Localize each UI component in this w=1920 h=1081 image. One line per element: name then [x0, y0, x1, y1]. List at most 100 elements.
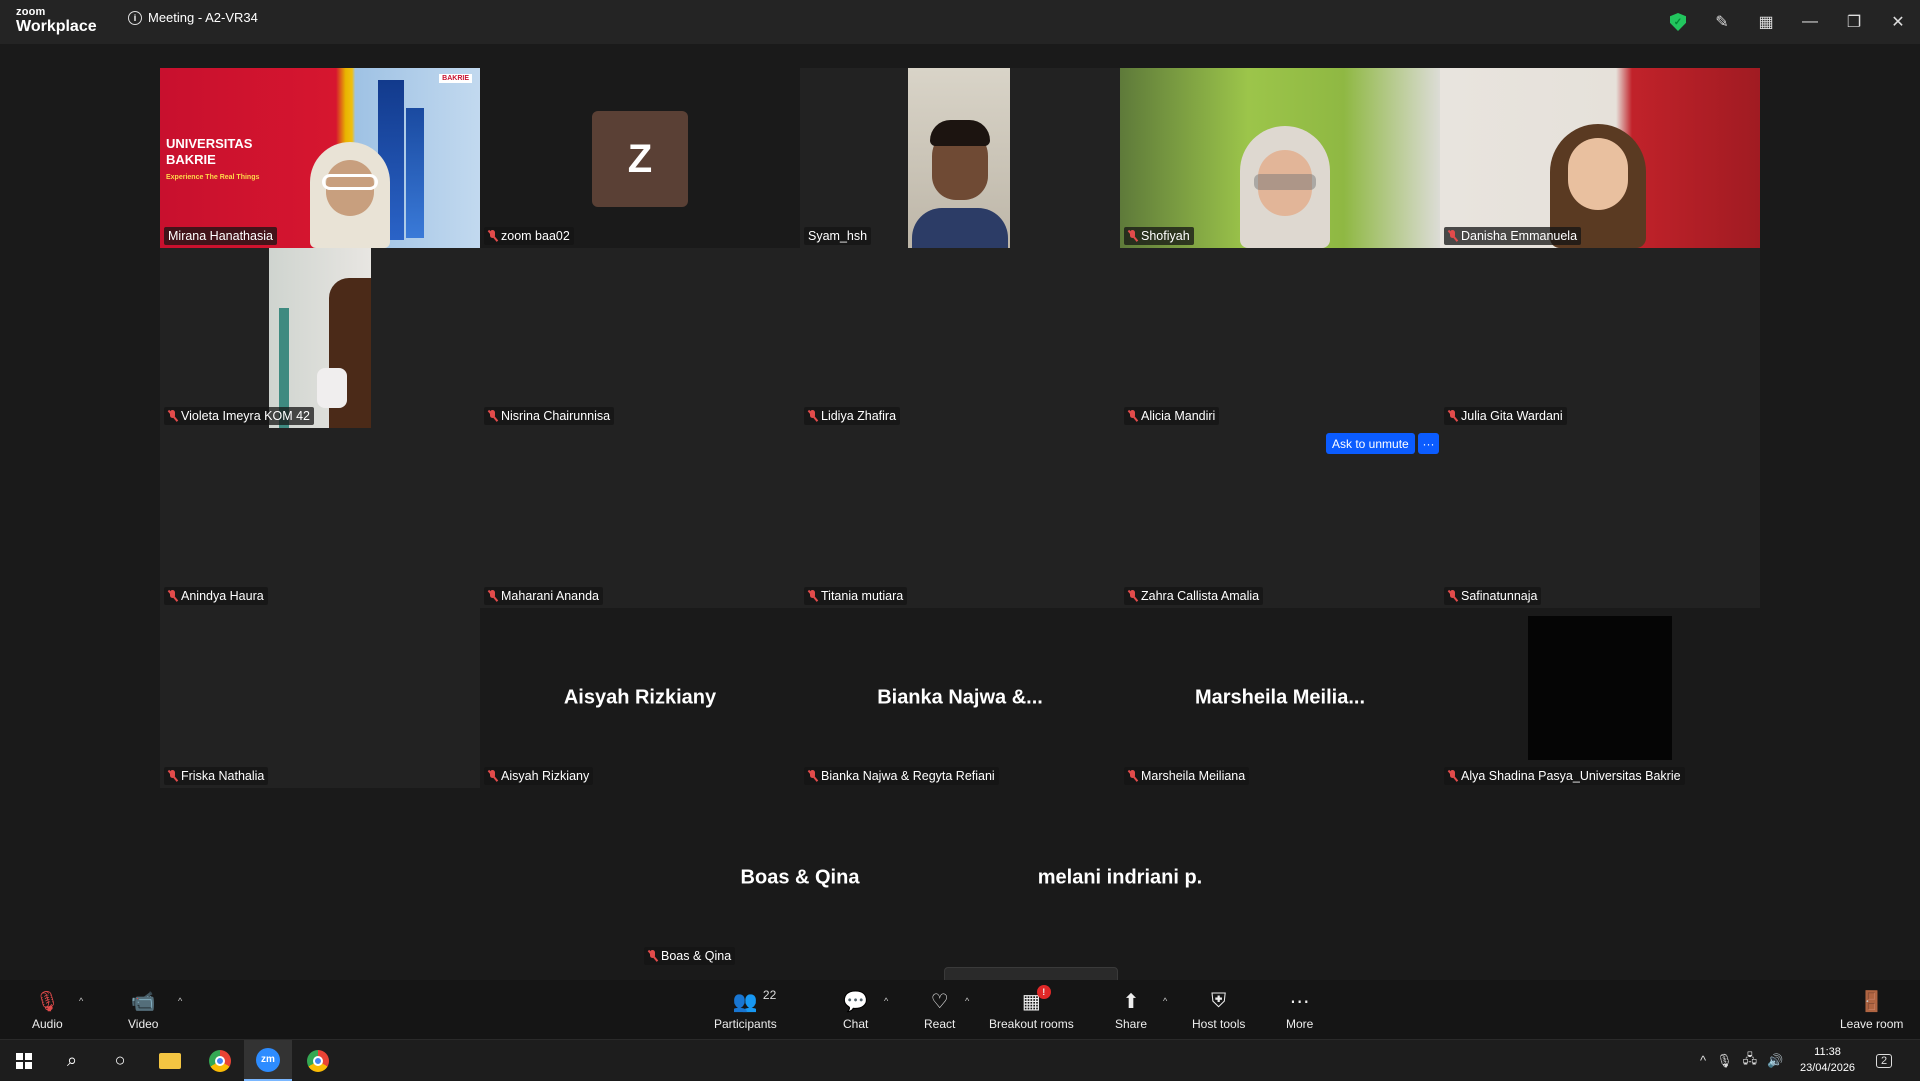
tile-more-options-button[interactable]: ···	[1418, 433, 1439, 454]
mic-muted-icon	[648, 950, 657, 962]
mic-muted-icon	[1448, 410, 1457, 422]
participant-tile[interactable]: Anindya Haura	[160, 428, 480, 608]
breakout-rooms-button[interactable]: ▦! Breakout rooms	[989, 985, 1074, 1031]
react-options-chevron-icon[interactable]: ^	[965, 996, 969, 1006]
audio-options-chevron-icon[interactable]: ^	[79, 996, 83, 1006]
annotate-pencil-icon[interactable]: ✎	[1700, 0, 1744, 44]
mic-muted-icon	[1448, 230, 1457, 242]
windows-start-icon[interactable]	[0, 1040, 48, 1081]
participant-name: Aisyah Rizkiany	[484, 767, 594, 785]
more-dots-icon: ⋯	[1289, 990, 1310, 1013]
ask-to-unmute-button[interactable]: Ask to unmute	[1326, 433, 1415, 454]
leave-room-button[interactable]: 🚪 Leave room	[1840, 988, 1903, 1032]
chat-button[interactable]: 💬 Chat	[843, 988, 868, 1032]
task-view-icon[interactable]: ○	[96, 1040, 144, 1081]
participant-tile[interactable]: Danisha Emmanuela	[1440, 68, 1760, 248]
participant-tile[interactable]: melani indriani p.	[960, 788, 1280, 968]
participant-name: Syam_hsh	[804, 227, 872, 245]
participant-name: Safinatunnaja	[1444, 587, 1542, 605]
mic-muted-icon	[488, 590, 497, 602]
audio-button[interactable]: 🎙 Audio	[32, 988, 63, 1032]
participant-tile[interactable]: Violeta Imeyra KOM 42	[160, 248, 480, 428]
minimize-icon[interactable]: —	[1788, 0, 1832, 44]
video-gallery: UNIVERSITAS BAKRIE Experience The Real T…	[0, 44, 1920, 1019]
volume-icon[interactable]: 🔊	[1767, 1053, 1783, 1069]
mic-muted-icon	[1128, 770, 1137, 782]
more-button[interactable]: ⋯ More	[1286, 988, 1313, 1032]
video-options-chevron-icon[interactable]: ^	[178, 996, 182, 1006]
face	[1568, 138, 1628, 210]
participant-tile[interactable]: Marsheila Meilia... Marsheila Meiliana	[1120, 608, 1440, 788]
participant-tile[interactable]: Shofiyah	[1120, 68, 1440, 248]
participant-tile[interactable]: UNIVERSITAS BAKRIE Experience The Real T…	[160, 68, 480, 248]
participant-name: Alya Shadina Pasya_Universitas Bakrie	[1444, 767, 1685, 785]
shirt	[317, 368, 347, 408]
file-explorer-icon[interactable]	[146, 1040, 194, 1081]
participant-tile[interactable]: Zahra Callista Amalia	[1120, 428, 1440, 608]
participant-name: Lidiya Zhafira	[804, 407, 901, 425]
participant-tile[interactable]: Friska Nathalia	[160, 608, 480, 788]
leave-door-icon: 🚪	[1859, 990, 1885, 1013]
video-off-icon: 📹	[130, 990, 156, 1013]
participant-name: Nisrina Chairunnisa	[484, 407, 615, 425]
participant-display-name: Bianka Najwa &...	[877, 686, 1043, 709]
participant-tile[interactable]: Aisyah Rizkiany Aisyah Rizkiany	[480, 608, 800, 788]
participant-tile[interactable]: Z zoom baa02	[480, 68, 800, 248]
mic-muted-icon	[1448, 590, 1457, 602]
restore-icon[interactable]: ❐	[1832, 0, 1876, 44]
participant-tile[interactable]: Lidiya Zhafira	[800, 248, 1120, 428]
participants-button[interactable]: 👥 22 Participants	[714, 988, 777, 1031]
gallery-view-grid-icon[interactable]: ▦	[1744, 0, 1788, 44]
chat-options-chevron-icon[interactable]: ^	[884, 996, 888, 1006]
participant-name: Violeta Imeyra KOM 42	[164, 407, 314, 425]
network-icon[interactable]: 🖧	[1743, 1050, 1758, 1072]
mic-muted-icon	[1128, 230, 1137, 242]
participant-display-name: Marsheila Meilia...	[1194, 686, 1366, 709]
breakout-alert-badge: !	[1036, 985, 1051, 999]
mic-muted-icon: 🎙	[34, 990, 61, 1013]
notifications-icon[interactable]: 2	[1876, 1040, 1893, 1081]
share-button[interactable]: ⬆ Share	[1115, 988, 1147, 1032]
participant-display-name: Boas & Qina	[740, 866, 860, 889]
participant-display-name: Aisyah Rizkiany	[563, 686, 717, 709]
zoom-app-icon[interactable]: zm	[244, 1040, 292, 1081]
participant-tile[interactable]: Julia Gita Wardani	[1440, 248, 1760, 428]
taskbar-clock[interactable]: 11:38 23/04/2026	[1800, 1044, 1855, 1076]
mic-muted-icon	[808, 770, 817, 782]
participant-tile[interactable]: Titania mutiara	[800, 428, 1120, 608]
participant-name: Marsheila Meiliana	[1124, 767, 1250, 785]
participant-tile[interactable]: Maharani Ananda	[480, 428, 800, 608]
shirt	[912, 208, 1008, 248]
microphone-tray-icon[interactable]: 🎙	[1716, 1053, 1733, 1069]
participant-tile[interactable]: Nisrina Chairunnisa	[480, 248, 800, 428]
info-icon: i	[128, 10, 142, 25]
participant-tile[interactable]: Bianka Najwa &... Bianka Najwa & Regyta …	[800, 608, 1120, 788]
participant-tile[interactable]: Syam_hsh	[800, 68, 1120, 248]
participant-tile[interactable]: Safinatunnaja	[1440, 428, 1760, 608]
presenter-glasses	[322, 174, 378, 190]
system-tray: ^ 🎙 🖧 🔊	[1700, 1040, 1783, 1081]
share-options-chevron-icon[interactable]: ^	[1163, 996, 1167, 1006]
host-tools-button[interactable]: ⛨ Host tools	[1192, 988, 1245, 1032]
participant-video	[269, 248, 371, 428]
participant-name: Bianka Najwa & Regyta Refiani	[804, 767, 999, 785]
security-shield-icon[interactable]: ✓	[1656, 0, 1700, 44]
slide-title: UNIVERSITAS BAKRIE Experience The Real T…	[166, 136, 260, 181]
close-icon[interactable]: ✕	[1876, 0, 1920, 44]
windows-taskbar: ⌕ ○ zm ^ 🎙 🖧 🔊 11:38 23/04/2026 2	[0, 1039, 1920, 1081]
search-icon[interactable]: ⌕	[48, 1040, 96, 1081]
participant-tile[interactable]: Alicia Mandiri	[1120, 248, 1440, 428]
meeting-info[interactable]: i Meeting - A2-VR34	[128, 10, 258, 25]
mic-muted-icon	[808, 590, 817, 602]
tray-expand-chevron-icon[interactable]: ^	[1700, 1053, 1706, 1068]
participant-tile[interactable]: Alya Shadina Pasya_Universitas Bakrie	[1440, 608, 1760, 788]
participants-icon: 👥 22	[732, 988, 777, 1013]
video-button[interactable]: 📹 Video	[128, 988, 158, 1032]
mic-muted-icon	[1128, 590, 1137, 602]
react-button[interactable]: ♡ React	[924, 988, 955, 1032]
share-screen-icon: ⬆	[1122, 990, 1140, 1013]
chrome-icon[interactable]	[196, 1040, 244, 1081]
chrome-profile-icon[interactable]	[294, 1040, 342, 1081]
participant-display-name: melani indriani p.	[1037, 866, 1203, 889]
participant-tile[interactable]: Boas & Qina Boas & Qina	[640, 788, 960, 968]
